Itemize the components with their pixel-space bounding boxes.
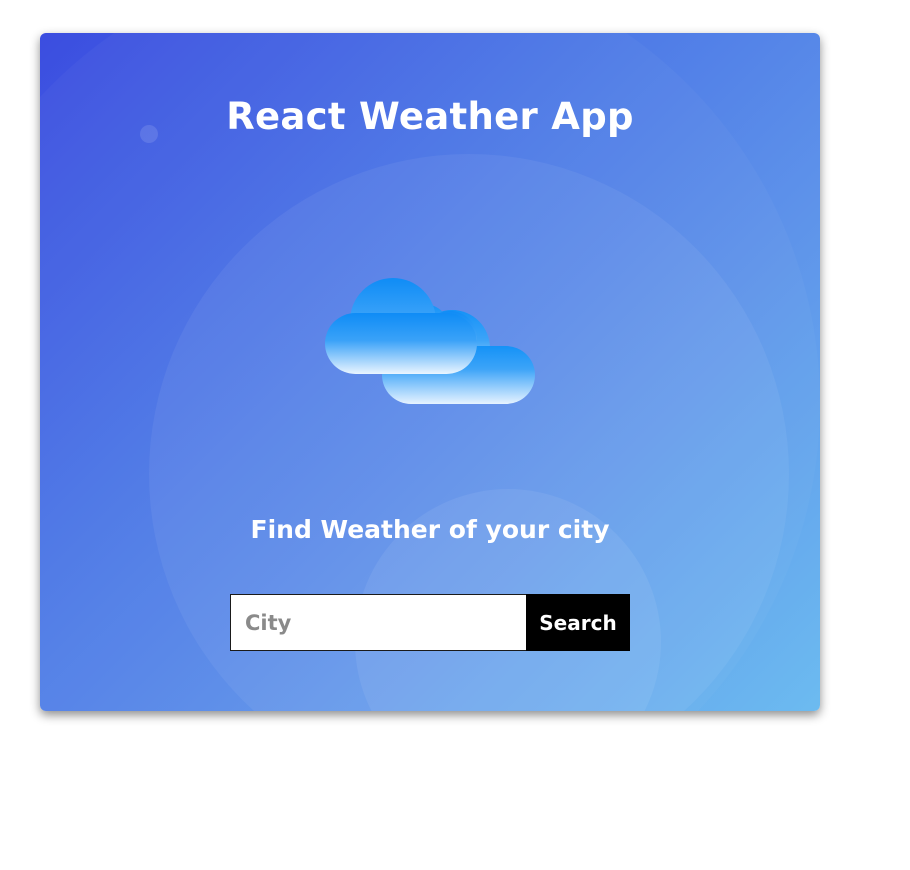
city-input[interactable]: [230, 594, 526, 651]
find-weather-heading: Find Weather of your city: [250, 515, 610, 544]
cloudy-weather-icon: [320, 238, 540, 458]
city-search-form: Search: [230, 594, 630, 651]
weather-card: React Weather App Find Weather of your c…: [40, 33, 820, 711]
search-button[interactable]: Search: [526, 594, 630, 651]
cloud-front-shape: [325, 278, 477, 374]
app-title: React Weather App: [226, 95, 634, 138]
